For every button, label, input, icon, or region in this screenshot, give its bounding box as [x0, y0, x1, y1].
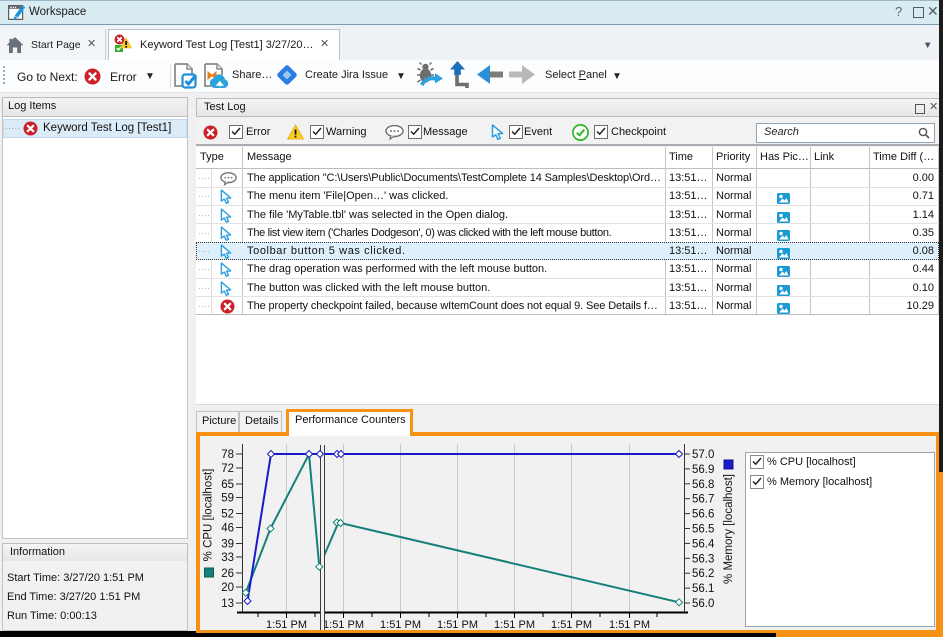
svg-text:% Memory [localhost]: % Memory [localhost]	[723, 474, 735, 584]
svg-text:33: 33	[221, 552, 234, 564]
svg-text:1:51 PM: 1:51 PM	[494, 619, 535, 630]
svg-text:52: 52	[221, 509, 234, 521]
svg-text:46: 46	[221, 523, 234, 535]
svg-text:56.3: 56.3	[692, 553, 714, 565]
svg-text:1:51 PM: 1:51 PM	[266, 619, 307, 630]
svg-text:56.1: 56.1	[692, 583, 714, 595]
svg-text:56.0: 56.0	[692, 598, 714, 610]
svg-text:1:51 PM: 1:51 PM	[437, 619, 478, 630]
svg-text:56.6: 56.6	[692, 509, 714, 521]
svg-text:56.7: 56.7	[692, 494, 714, 506]
svg-text:13: 13	[221, 598, 234, 610]
svg-text:56.5: 56.5	[692, 524, 714, 536]
svg-text:65: 65	[221, 479, 234, 491]
svg-text:1:51 PM: 1:51 PM	[551, 619, 592, 630]
svg-text:1:51 PM: 1:51 PM	[609, 619, 650, 630]
svg-text:26: 26	[221, 568, 234, 580]
svg-text:39: 39	[221, 539, 234, 551]
svg-text:72: 72	[221, 463, 234, 475]
svg-text:1:51 PM: 1:51 PM	[323, 619, 364, 630]
svg-text:78: 78	[221, 449, 234, 461]
svg-text:% CPU [localhost]: % CPU [localhost]	[203, 469, 215, 562]
svg-text:56.8: 56.8	[692, 479, 714, 491]
svg-text:20: 20	[221, 582, 234, 594]
svg-text:57.0: 57.0	[692, 449, 714, 461]
svg-text:59: 59	[221, 493, 234, 505]
svg-text:56.9: 56.9	[692, 464, 714, 476]
svg-text:56.2: 56.2	[692, 568, 714, 580]
svg-text:1:51 PM: 1:51 PM	[380, 619, 421, 630]
svg-text:56.4: 56.4	[692, 538, 715, 550]
